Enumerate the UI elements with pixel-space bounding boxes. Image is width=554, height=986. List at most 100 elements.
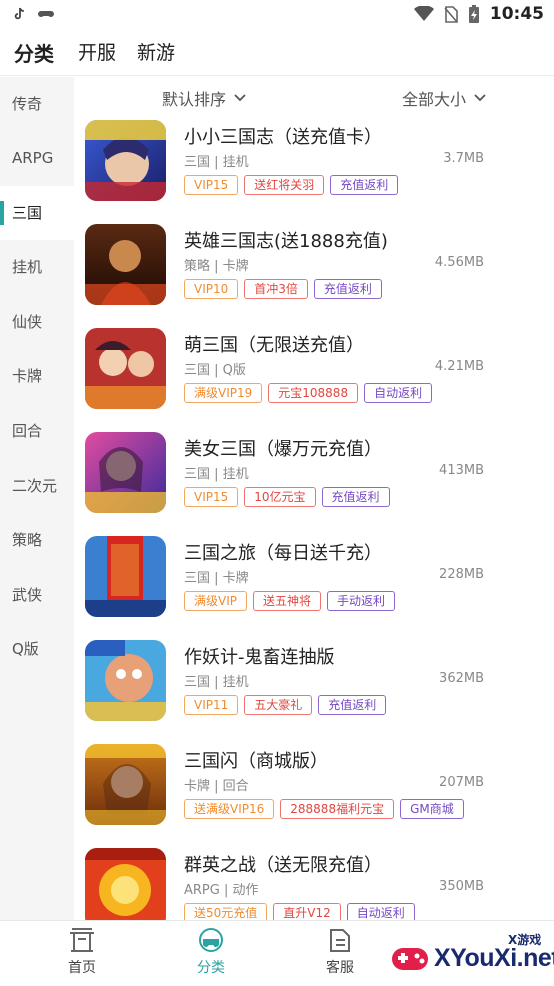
tag: 自动返利: [346, 903, 415, 920]
game-list-item[interactable]: 小小三国志（送充值卡） 三国 | 挂机 3.7MB VIP15 送红将关羽 充值…: [74, 117, 554, 221]
tag: 送红将关羽: [244, 175, 325, 195]
watermark-logo: X游戏 XYouXi.net: [380, 926, 554, 986]
game-size: 362MB: [439, 671, 484, 686]
watermark-text: XYouXi.net: [434, 944, 554, 972]
no-sim-icon: [444, 5, 458, 23]
tag: 充值返利: [318, 695, 387, 715]
bottom-nav-home-label: 首页: [68, 960, 96, 976]
tag: 送满级VIP16: [184, 799, 275, 819]
game-icon: [85, 432, 166, 513]
category-sidebar: 传奇 ARPG 三国 挂机 仙侠 卡牌 回合 二次元 策略 武侠 Q版: [0, 77, 74, 920]
game-title: 群英之战（送无限充值）: [184, 855, 382, 876]
sort-label: 默认排序: [162, 90, 227, 109]
tab-new-games[interactable]: 新游: [137, 38, 175, 65]
bottom-nav-support-label: 客服: [326, 960, 354, 976]
game-size: 228MB: [439, 567, 484, 582]
tag: 自动返利: [364, 383, 433, 403]
game-title: 萌三国（无限送充值）: [184, 335, 364, 356]
category-gamepad-icon: [199, 928, 223, 952]
game-icon: [85, 120, 166, 201]
bottom-nav-support[interactable]: 客服: [300, 927, 380, 977]
tag: 送50元充值: [184, 903, 268, 920]
game-size: 207MB: [439, 775, 484, 790]
status-bar: 10:45: [0, 0, 554, 30]
bottom-nav-category[interactable]: 分类: [171, 927, 251, 977]
sidebar-item-xianxia[interactable]: 仙侠: [0, 295, 74, 349]
sidebar-item-q-style[interactable]: Q版: [0, 622, 74, 676]
tag: VIP15: [184, 487, 239, 507]
tag: 满级VIP: [184, 591, 247, 611]
game-list-item[interactable]: 三国之旅（每日送千充） 三国 | 卡牌 228MB 满级VIP 送五神将 手动返…: [74, 533, 554, 637]
sidebar-item-chuanqi[interactable]: 传奇: [0, 77, 74, 131]
tab-category[interactable]: 分类: [14, 38, 54, 67]
game-meta: 三国 | 挂机: [184, 467, 249, 482]
game-title: 美女三国（爆万元充值）: [184, 439, 382, 460]
game-title: 三国之旅（每日送千充）: [184, 543, 382, 564]
game-title: 作妖计-鬼畜连抽版: [184, 647, 335, 668]
support-book-icon: [330, 929, 350, 952]
game-title: 三国闪（商城版）: [184, 751, 328, 772]
game-meta: ARPG | 动作: [184, 883, 259, 898]
tag: 送五神将: [253, 591, 322, 611]
tiktok-icon: [14, 7, 24, 20]
game-icon: [85, 536, 166, 617]
game-title: 小小三国志（送充值卡）: [184, 127, 382, 148]
game-list-item[interactable]: 群英之战（送无限充值） ARPG | 动作 350MB 送50元充值 直升V12…: [74, 845, 554, 920]
clock: 10:45: [489, 4, 544, 24]
game-list-item[interactable]: 作妖计-鬼畜连抽版 三国 | 挂机 362MB VIP11 五大豪礼 充值返利: [74, 637, 554, 741]
tag: 满级VIP19: [184, 383, 263, 403]
sort-bar: 默认排序 全部大小: [74, 77, 554, 117]
bottom-nav-category-label: 分类: [197, 960, 225, 976]
sidebar-item-idle[interactable]: 挂机: [0, 240, 74, 294]
sidebar-item-sanguo[interactable]: 三国: [0, 186, 74, 240]
tag: VIP10: [184, 279, 239, 299]
game-meta: 三国 | Q版: [184, 363, 246, 378]
game-list: 小小三国志（送充值卡） 三国 | 挂机 3.7MB VIP15 送红将关羽 充值…: [74, 117, 554, 920]
sort-dropdown[interactable]: 默认排序: [162, 86, 246, 110]
sidebar-item-strategy[interactable]: 策略: [0, 513, 74, 567]
bottom-nav-home[interactable]: 首页: [42, 927, 122, 977]
game-icon: [85, 224, 166, 305]
sidebar-item-arpg[interactable]: ARPG: [0, 131, 74, 185]
tag: 首冲3倍: [244, 279, 308, 299]
game-icon: [85, 640, 166, 721]
sidebar-item-card[interactable]: 卡牌: [0, 349, 74, 403]
game-meta: 三国 | 挂机: [184, 675, 249, 690]
tag: 充值返利: [321, 487, 390, 507]
game-title: 英雄三国志(送1888充值): [184, 231, 388, 252]
tag: 元宝108888: [268, 383, 359, 403]
sidebar-item-anime[interactable]: 二次元: [0, 459, 74, 513]
sidebar-item-wuxia[interactable]: 武侠: [0, 568, 74, 622]
game-list-item[interactable]: 三国闪（商城版） 卡牌 | 回合 207MB 送满级VIP16 288888福利…: [74, 741, 554, 845]
game-icon: [85, 744, 166, 825]
game-icon: [85, 328, 166, 409]
size-filter-label: 全部大小: [402, 90, 467, 109]
tab-server-open[interactable]: 开服: [78, 38, 116, 65]
tag: 10亿元宝: [244, 487, 316, 507]
tag: 288888福利元宝: [280, 799, 395, 819]
game-list-item[interactable]: 英雄三国志(送1888充值) 策略 | 卡牌 4.56MB VIP10 首冲3倍…: [74, 221, 554, 325]
tag: 手动返利: [327, 591, 396, 611]
game-list-item[interactable]: 美女三国（爆万元充值） 三国 | 挂机 413MB VIP15 10亿元宝 充值…: [74, 429, 554, 533]
game-list-item[interactable]: 萌三国（无限送充值） 三国 | Q版 4.21MB 满级VIP19 元宝1088…: [74, 325, 554, 429]
game-meta: 三国 | 卡牌: [184, 571, 249, 586]
wifi-icon: [413, 6, 434, 21]
battery-charging-icon: [468, 4, 479, 23]
tag: 充值返利: [330, 175, 399, 195]
tag: VIP11: [184, 695, 239, 715]
top-nav: 分类 开服 新游: [0, 30, 554, 76]
game-size: 4.21MB: [434, 359, 484, 374]
home-gate-icon: [70, 928, 94, 952]
tag: VIP15: [184, 175, 239, 195]
game-size: 413MB: [439, 463, 484, 478]
tag: 充值返利: [313, 279, 382, 299]
chevron-down-icon: [474, 94, 486, 102]
tag: 五大豪礼: [244, 695, 313, 715]
chevron-down-icon: [234, 94, 246, 102]
sidebar-item-turn-based[interactable]: 回合: [0, 404, 74, 458]
tag: GM商城: [400, 799, 464, 819]
size-filter-dropdown[interactable]: 全部大小: [402, 86, 486, 110]
game-size: 350MB: [439, 879, 484, 894]
game-icon: [85, 848, 166, 920]
game-meta: 三国 | 挂机: [184, 155, 249, 170]
